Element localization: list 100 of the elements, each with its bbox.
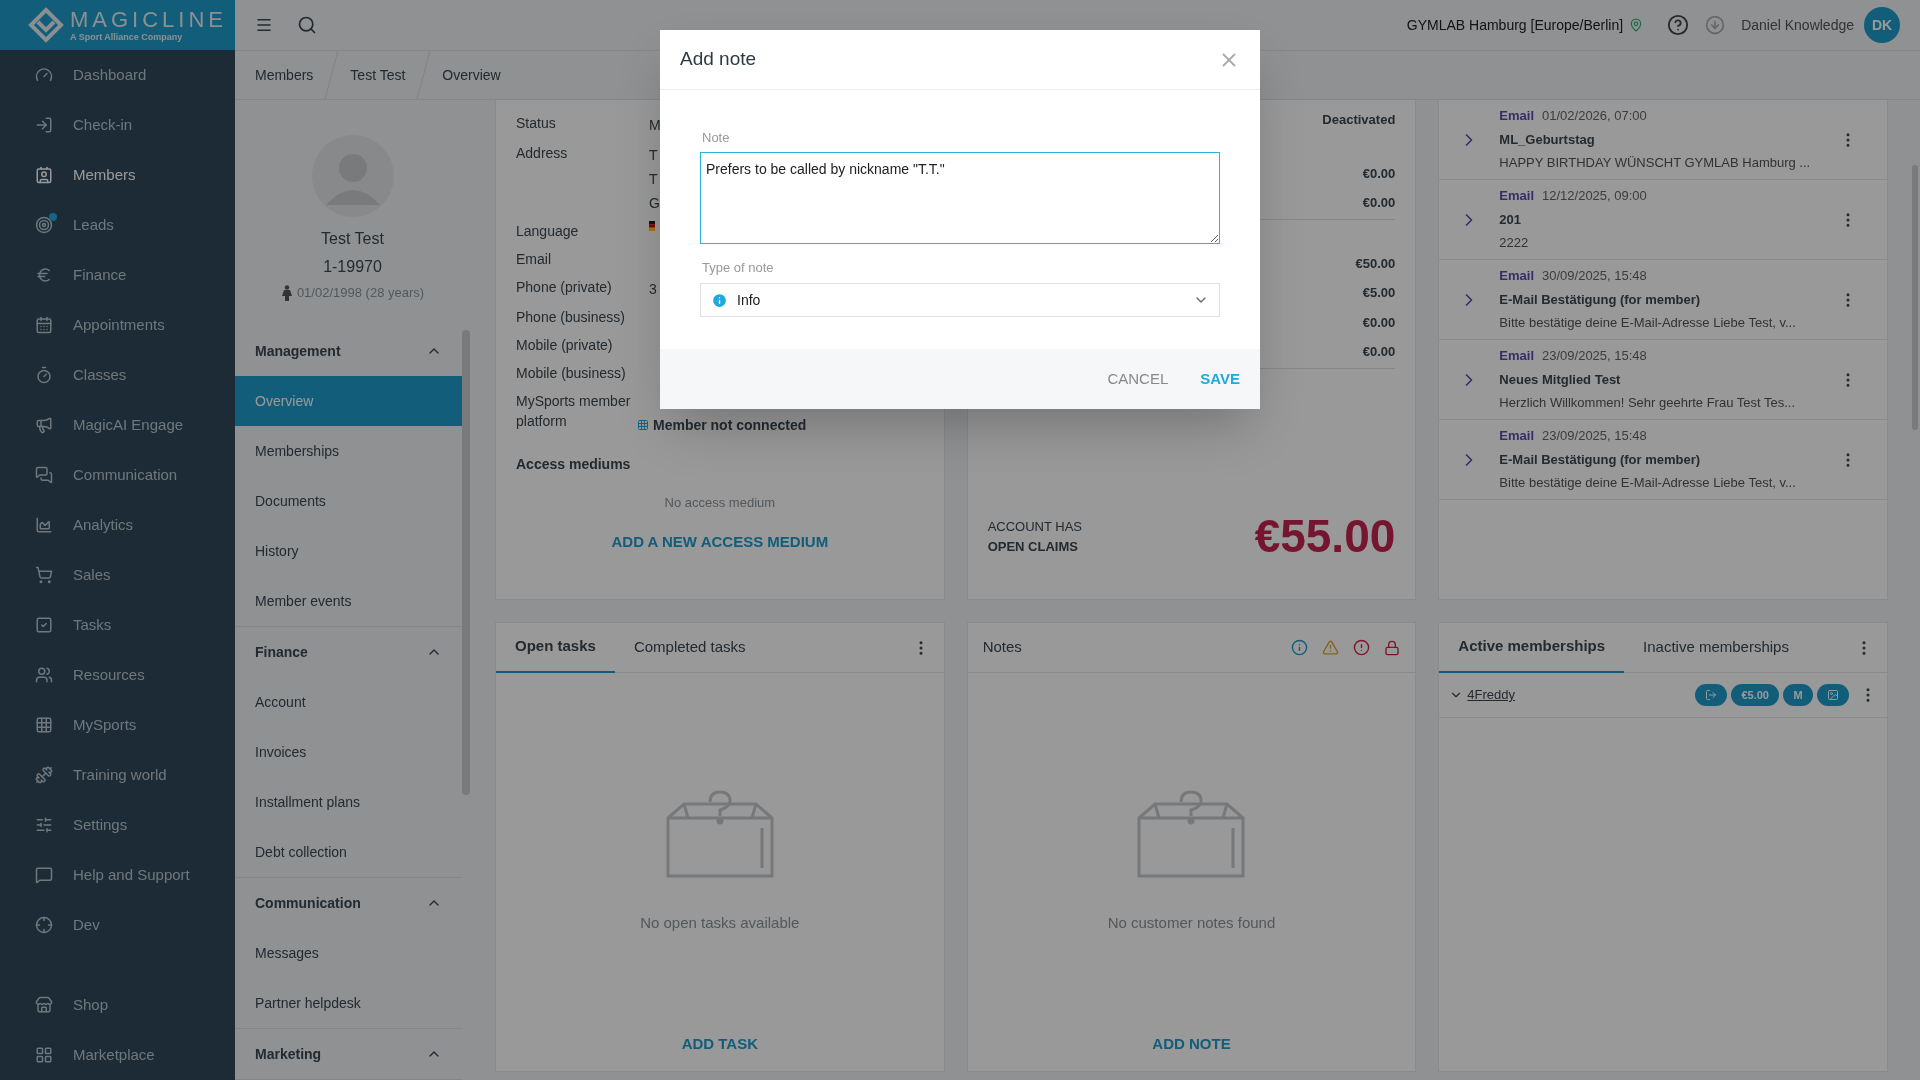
member-menu-item[interactable]: Member events xyxy=(235,576,462,626)
member-menu-item[interactable]: Messages xyxy=(235,928,462,978)
message-date: 01/02/2026, 07:00 xyxy=(1542,107,1647,126)
message-type: Email xyxy=(1499,347,1534,366)
nav-item[interactable]: Finance xyxy=(0,250,235,300)
nav-item[interactable]: Members xyxy=(0,150,235,200)
amount-value: €0.00 xyxy=(1362,164,1396,183)
field-value: Member not connected xyxy=(653,416,807,435)
tab[interactable]: Open tasks xyxy=(496,622,615,673)
message-type: Email xyxy=(1499,187,1534,206)
field-label: Note xyxy=(702,129,731,147)
message-subject: ML_Geburtstag xyxy=(1499,130,1596,149)
nav-item[interactable]: Resources xyxy=(0,650,235,700)
add-task-button[interactable]: ADD TASK xyxy=(681,1032,758,1055)
add-access-medium-button[interactable]: ADD A NEW ACCESS MEDIUM xyxy=(611,530,829,553)
grid-icon xyxy=(35,1046,53,1064)
cart-icon xyxy=(35,566,53,584)
cancel-button[interactable]: CANCEL xyxy=(1107,367,1169,391)
message-type: Email xyxy=(1499,267,1534,286)
save-button[interactable]: SAVE xyxy=(1200,367,1240,391)
amount-value: €0.00 xyxy=(1362,343,1396,361)
membership-link[interactable]: 4Freddy xyxy=(1467,685,1516,705)
nav-item[interactable]: Appointments xyxy=(0,300,235,350)
location-label[interactable]: GYMLAB Hamburg [Europe/Berlin] xyxy=(1406,14,1624,36)
breadcrumb-link[interactable]: Overview xyxy=(442,64,501,86)
member-menu-item[interactable]: Account xyxy=(235,677,462,727)
brand-tagline: A Sport Alliance Company xyxy=(70,32,184,42)
menu-section-header[interactable]: Finance xyxy=(235,627,462,677)
info-icon xyxy=(711,291,728,309)
contact-card-icon xyxy=(35,166,53,184)
menu-icon[interactable] xyxy=(255,16,273,34)
field-label: Phone (private) xyxy=(516,278,613,297)
note-textarea[interactable]: Prefers to be called by nickname "T.T." xyxy=(700,151,1220,244)
nav-item[interactable]: Dev xyxy=(0,900,235,950)
nav-item[interactable]: Sales xyxy=(0,550,235,600)
price-badge: €5.00 xyxy=(1731,684,1779,706)
add-note-button[interactable]: ADD NOTE xyxy=(1152,1032,1231,1055)
user-avatar[interactable]: DK xyxy=(1864,7,1900,43)
crosshair-icon xyxy=(35,916,53,934)
tab[interactable]: Active memberships xyxy=(1439,622,1625,673)
tab[interactable]: Inactive memberships xyxy=(1624,622,1808,673)
dialog-title: Add note xyxy=(680,47,757,72)
member-menu-item[interactable]: Partner helpdesk xyxy=(235,978,462,1028)
breadcrumb-link[interactable]: Test Test xyxy=(350,64,406,86)
card-title: Notes xyxy=(982,637,1022,658)
info-icon[interactable] xyxy=(1291,639,1309,656)
menu-section-header[interactable]: Marketing xyxy=(235,1029,462,1079)
nav-item[interactable]: MySports xyxy=(0,700,235,750)
member-menu-item[interactable]: Documents xyxy=(235,476,462,526)
nav-item[interactable]: Tasks xyxy=(0,600,235,650)
note-type-select[interactable]: Info xyxy=(700,283,1220,317)
member-menu-item[interactable]: History xyxy=(235,526,462,576)
nav-item[interactable]: Help and Support xyxy=(0,850,235,900)
amount-value: €5.00 xyxy=(1362,284,1396,302)
nav-item[interactable]: Leads xyxy=(0,200,235,250)
member-menu-item[interactable]: Debt collection xyxy=(235,827,462,877)
field-label: MySports member platform xyxy=(516,392,632,431)
nav-item[interactable]: Analytics xyxy=(0,500,235,550)
breadcrumb-link[interactable]: Members xyxy=(255,64,314,86)
nav-item[interactable]: Communication xyxy=(0,450,235,500)
nav-item[interactable]: Marketplace xyxy=(0,1030,235,1080)
field-label: Phone (business) xyxy=(516,308,626,327)
field-value: 3 xyxy=(649,280,657,299)
birth-date: 01/02/1998 (28 years) xyxy=(296,284,425,302)
nav-item[interactable]: MagicAI Engage xyxy=(0,400,235,450)
flag-icon xyxy=(649,221,655,231)
nav-item[interactable]: Training world xyxy=(0,750,235,800)
help-icon[interactable] xyxy=(1667,14,1690,36)
scrollbar-thumb[interactable] xyxy=(462,330,470,795)
nav-item[interactable]: Dashboard xyxy=(0,50,235,100)
field-value: M xyxy=(649,116,661,135)
chat-icon xyxy=(35,466,53,484)
menu-section-header[interactable]: Management xyxy=(235,326,462,376)
dots-grid-icon xyxy=(637,419,649,431)
chart-icon xyxy=(35,516,53,534)
lock-icon[interactable] xyxy=(1384,639,1401,656)
nav-item[interactable]: Check-in xyxy=(0,100,235,150)
empty-box-icon xyxy=(1135,788,1248,880)
page-scrollbar[interactable] xyxy=(1912,165,1918,430)
member-menu-item[interactable]: Overview xyxy=(235,376,462,426)
nav-item[interactable]: Settings xyxy=(0,800,235,850)
letter-badge: M xyxy=(1783,684,1813,706)
member-menu-item[interactable]: Invoices xyxy=(235,727,462,777)
checkbox-icon xyxy=(35,616,53,634)
brand-name: MAGICLINE xyxy=(70,8,228,31)
tab[interactable]: Completed tasks xyxy=(614,622,765,673)
menu-section-header[interactable]: Communication xyxy=(235,878,462,928)
store-icon xyxy=(35,996,53,1014)
nav-item[interactable]: Shop xyxy=(0,980,235,1030)
empty-message: No customer notes found xyxy=(1107,913,1276,933)
nav-item[interactable]: Classes xyxy=(0,350,235,400)
field-value: T xyxy=(649,170,659,189)
alert-icon[interactable] xyxy=(1353,639,1371,656)
claims-label: OPEN CLAIMS xyxy=(987,537,1079,556)
member-menu-item[interactable]: Installment plans xyxy=(235,777,462,827)
image-badge xyxy=(1817,684,1849,706)
member-menu-item[interactable]: Memberships xyxy=(235,426,462,476)
user-name[interactable]: Daniel Knowledge xyxy=(1741,14,1854,36)
sliders-icon xyxy=(35,816,53,834)
search-icon[interactable] xyxy=(297,15,317,35)
